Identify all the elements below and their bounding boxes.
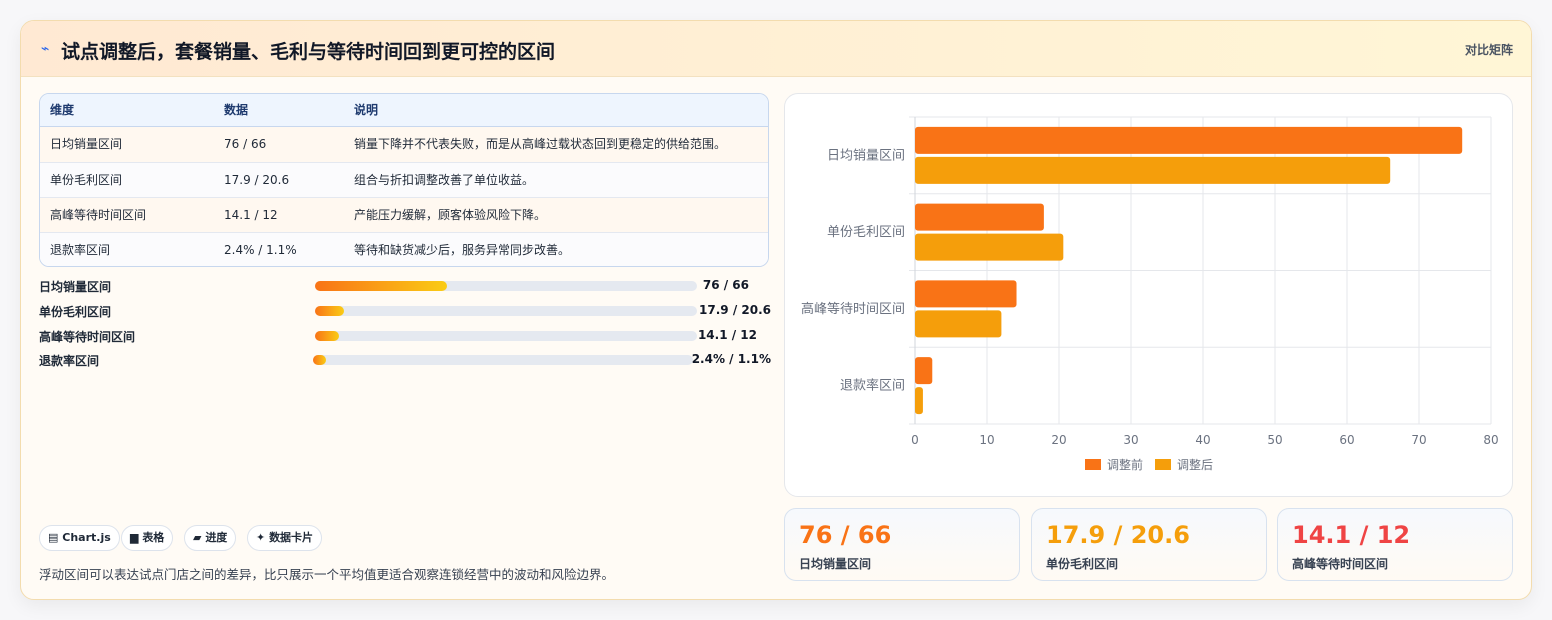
progress-value: 14.1 / 12 (697, 328, 757, 342)
progress-row: 高峰等待时间区间 14.1 / 12 (39, 326, 771, 346)
progress-value: 17.9 / 20.6 (699, 303, 771, 317)
bar (915, 357, 933, 385)
pill-chartjs[interactable]: ▤ Chart.js (39, 525, 120, 551)
kpi-value: 14.1 / 12 (1292, 521, 1411, 549)
pill-progress[interactable]: ▰ 进度 (184, 525, 237, 551)
bar (915, 387, 923, 415)
table-header: 维度 数据 说明 (40, 94, 768, 127)
y-tick-label: 退款率区间 (840, 378, 905, 394)
progress-icon: ▰ (193, 531, 202, 544)
data-table: 维度 数据 说明 日均销量区间 76 / 66 销量下降并不代表失败，而是从高峰… (39, 93, 769, 267)
card-header: ⌁ 试点调整后，套餐销量、毛利与等待时间回到更可控的区间 对比矩阵 (21, 21, 1531, 77)
bar (915, 280, 1017, 308)
bar (915, 203, 1044, 231)
progress-label: 退款率区间 (39, 354, 100, 368)
legend-swatch (1155, 459, 1171, 470)
x-tick-label: 10 (979, 433, 994, 447)
column-header-note: 说明 (354, 103, 379, 117)
legend-swatch (1085, 459, 1101, 470)
y-tick-label: 单份毛利区间 (827, 225, 905, 240)
row-data: 2.4% / 1.1% (224, 243, 297, 257)
page-title: 试点调整后，套餐销量、毛利与等待时间回到更可控的区间 (61, 41, 556, 63)
row-note: 等待和缺货减少后，服务异常同步改善。 (354, 243, 571, 257)
bar-chart-panel: 0 10 20 30 40 50 60 70 80 日均销量区间 单份毛利区间高峰等待时间区间退款率… (784, 93, 1513, 497)
table-row: 单份毛利区间 17.9 / 20.6 组合与折扣调整改善了单位收益。 (40, 163, 768, 198)
chart-icon: ▤ (48, 531, 59, 544)
progress-value: 2.4% / 1.1% (691, 352, 771, 366)
y-tick-label: 日均销量区间 (827, 148, 905, 163)
pill-label: Chart.js (62, 531, 111, 544)
progress-fill (315, 281, 447, 291)
table-row: 日均销量区间 76 / 66 销量下降并不代表失败，而是从高峰过载状态回到更稳定… (40, 127, 768, 162)
progress-track (315, 306, 697, 316)
progress-label: 单份毛利区间 (39, 305, 112, 319)
x-tick-label: 80 (1483, 433, 1498, 447)
progress-track (315, 331, 697, 341)
progress-row: 单份毛利区间 17.9 / 20.6 (39, 301, 771, 321)
spark-icon: ⌁ (41, 41, 50, 57)
kpi-card: 17.9 / 20.6 单份毛利区间 (1031, 508, 1267, 581)
column-header-data: 数据 (224, 103, 249, 117)
progress-fill (315, 306, 344, 316)
pill-data-cards[interactable]: ✦ 数据卡片 (247, 525, 323, 551)
row-dimension: 退款率区间 (50, 243, 111, 257)
progress-track (315, 281, 697, 291)
pill-label: 数据卡片 (269, 531, 314, 544)
progress-label: 高峰等待时间区间 (39, 330, 136, 344)
x-tick-label: 20 (1051, 433, 1066, 447)
row-data: 17.9 / 20.6 (224, 173, 290, 187)
pill-label: 表格 (142, 531, 165, 544)
kpi-label: 单份毛利区间 (1046, 557, 1119, 571)
comparison-card: ⌁ 试点调整后，套餐销量、毛利与等待时间回到更可控的区间 对比矩阵 维度 数据 … (20, 20, 1532, 600)
pill-label: 进度 (205, 531, 228, 544)
legend-label: 调整前 (1107, 457, 1143, 472)
table-icon: ▆ (130, 531, 139, 544)
kpi-card: 14.1 / 12 高峰等待时间区间 (1277, 508, 1513, 581)
row-note: 销量下降并不代表失败，而是从高峰过载状态回到更稳定的供给范围。 (354, 137, 727, 151)
bar (915, 156, 1391, 184)
progress-fill (313, 355, 327, 365)
progress-fill (315, 331, 339, 341)
kpi-value: 76 / 66 (799, 521, 892, 549)
kpi-label: 高峰等待时间区间 (1292, 557, 1389, 571)
x-tick-label: 0 (911, 433, 919, 447)
footnote: 浮动区间可以表达试点门店之间的差异，比只展示一个平均值更适合观察连锁经营中的波动… (39, 567, 615, 582)
header-tag: 对比矩阵 (1464, 43, 1513, 57)
x-tick-label: 70 (1411, 433, 1426, 447)
legend-label: 调整后 (1177, 457, 1213, 472)
row-note: 组合与折扣调整改善了单位收益。 (354, 173, 535, 187)
kpi-card: 76 / 66 日均销量区间 (784, 508, 1020, 581)
progress-row: 日均销量区间 76 / 66 (39, 276, 771, 296)
bar (915, 126, 1463, 154)
progress-row: 退款率区间 2.4% / 1.1% (39, 350, 771, 370)
row-dimension: 日均销量区间 (50, 137, 123, 151)
bar (915, 310, 1002, 338)
kpi-value: 17.9 / 20.6 (1046, 521, 1190, 549)
table-row: 退款率区间 2.4% / 1.1% 等待和缺货减少后，服务异常同步改善。 (40, 233, 768, 266)
x-tick-label: 40 (1195, 433, 1210, 447)
sparkle-icon: ✦ (256, 531, 266, 544)
row-data: 14.1 / 12 (224, 208, 278, 222)
x-tick-label: 60 (1339, 433, 1354, 447)
table-row: 高峰等待时间区间 14.1 / 12 产能压力缓解，顾客体验风险下降。 (40, 198, 768, 233)
bar (915, 233, 1064, 261)
row-note: 产能压力缓解，顾客体验风险下降。 (354, 208, 547, 222)
kpi-label: 日均销量区间 (799, 557, 872, 571)
progress-track (313, 355, 693, 365)
column-header-dimension: 维度 (50, 103, 75, 117)
progress-value: 76 / 66 (702, 278, 749, 292)
row-data: 76 / 66 (224, 137, 267, 151)
bar-chart: 0 10 20 30 40 50 60 70 80 日均销量区间单份毛利区间高峰等待时间区间退款率… (801, 116, 1499, 472)
progress-label: 日均销量区间 (39, 280, 112, 294)
x-tick-label: 50 (1267, 433, 1282, 447)
row-dimension: 单份毛利区间 (50, 173, 123, 187)
x-tick-label: 30 (1123, 433, 1138, 447)
row-dimension: 高峰等待时间区间 (50, 208, 147, 222)
pill-table[interactable]: ▆ 表格 (121, 525, 174, 551)
y-tick-label: 高峰等待时间区间 (801, 301, 905, 317)
